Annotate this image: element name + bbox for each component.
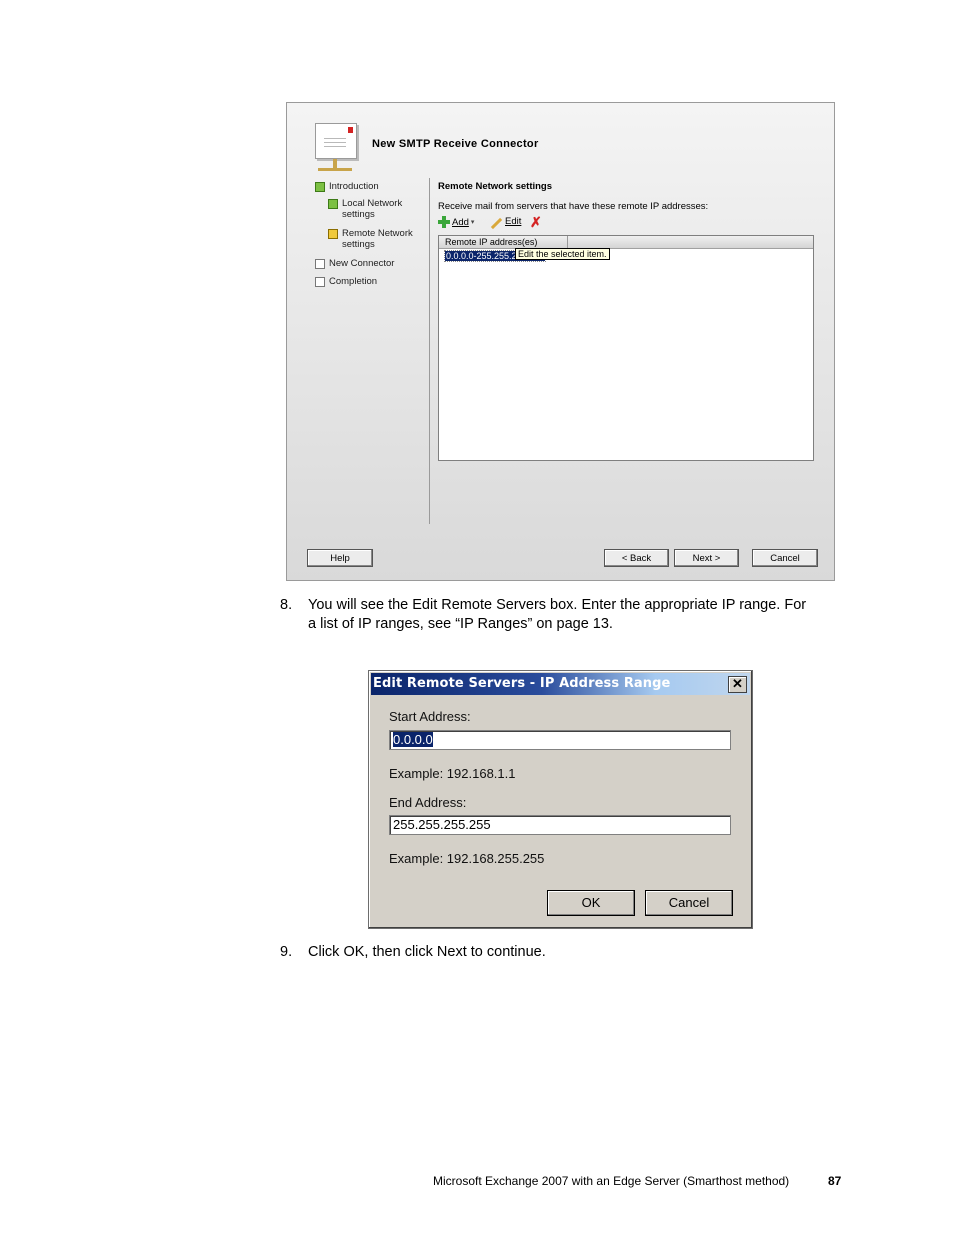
step-complete-icon [315, 182, 325, 192]
section-description: Receive mail from servers that have thes… [438, 201, 709, 212]
end-address-input[interactable]: 255.255.255.255 [389, 815, 731, 835]
step-8-text: You will see the Edit Remote Servers box… [308, 596, 848, 634]
start-address-input[interactable]: 0.0.0.0 [389, 730, 731, 750]
wizard-step-remote-network: Remote Network settings [328, 228, 417, 250]
step-pending-icon [315, 259, 325, 269]
step-complete-icon [328, 199, 338, 209]
step-pending-icon [315, 277, 325, 287]
wizard-step-new-connector: New Connector [315, 258, 419, 269]
edit-remote-servers-dialog: Edit Remote Servers - IP Address Range ✕… [368, 670, 753, 929]
start-address-label: Start Address: [389, 709, 471, 724]
step-8-line-1: You will see the Edit Remote Servers box… [308, 597, 807, 613]
column-header-remote-ip[interactable]: Remote IP address(es) [445, 237, 537, 247]
dropdown-arrow-icon[interactable]: ▾ [471, 218, 475, 226]
start-address-value: 0.0.0.0 [393, 732, 433, 747]
dialog-title: Edit Remote Servers - IP Address Range [373, 676, 671, 691]
end-address-value: 255.255.255.255 [393, 817, 491, 832]
pencil-icon [490, 217, 503, 230]
list-header: Remote IP address(es) [439, 236, 813, 249]
wizard-step-local-network: Local Network settings [328, 198, 417, 220]
dialog-cancel-button[interactable]: Cancel [645, 890, 733, 916]
step-9-text: Click OK, then click Next to continue. [308, 944, 546, 960]
page-number: 87 [828, 1174, 842, 1188]
end-address-label: End Address: [389, 795, 467, 810]
remote-ip-list[interactable]: Remote IP address(es) 0.0.0.0-255.255.25… [438, 235, 814, 461]
envelope-icon [315, 123, 357, 171]
start-address-example: Example: 192.168.1.1 [389, 766, 516, 781]
help-button[interactable]: Help [307, 549, 373, 567]
delete-icon: ✗ [530, 214, 542, 230]
dialog-titlebar[interactable]: Edit Remote Servers - IP Address Range ✕ [371, 673, 750, 695]
tooltip: Edit the selected item. [515, 248, 610, 260]
add-button[interactable]: Add ▾ [438, 216, 474, 228]
edit-button[interactable]: Edit [490, 216, 521, 230]
wizard-screenshot: New SMTP Receive Connector Introduction … [286, 102, 835, 581]
wizard-divider [429, 178, 430, 524]
cancel-button[interactable]: Cancel [752, 549, 818, 567]
step-9-number: 9. [280, 944, 293, 960]
wizard-title: New SMTP Receive Connector [372, 138, 539, 150]
list-toolbar: Add ▾ Edit ✗ [438, 214, 558, 232]
add-icon [438, 216, 450, 228]
end-address-example: Example: 192.168.255.255 [389, 851, 545, 866]
ok-button[interactable]: OK [547, 890, 635, 916]
step-8-line-2: a list of IP ranges, see “IP Ranges” on … [308, 616, 613, 632]
footer-text: Microsoft Exchange 2007 with an Edge Ser… [433, 1174, 790, 1188]
section-title: Remote Network settings [438, 181, 553, 192]
column-separator[interactable] [567, 236, 568, 248]
step-8-number: 8. [280, 597, 293, 613]
next-button[interactable]: Next > [674, 549, 739, 567]
remove-button[interactable]: ✗ [530, 214, 542, 230]
wizard-step-completion: Completion [315, 276, 419, 287]
close-icon[interactable]: ✕ [728, 676, 747, 693]
wizard-step-introduction: Introduction [315, 181, 419, 192]
step-current-icon [328, 229, 338, 239]
back-button[interactable]: < Back [604, 549, 669, 567]
